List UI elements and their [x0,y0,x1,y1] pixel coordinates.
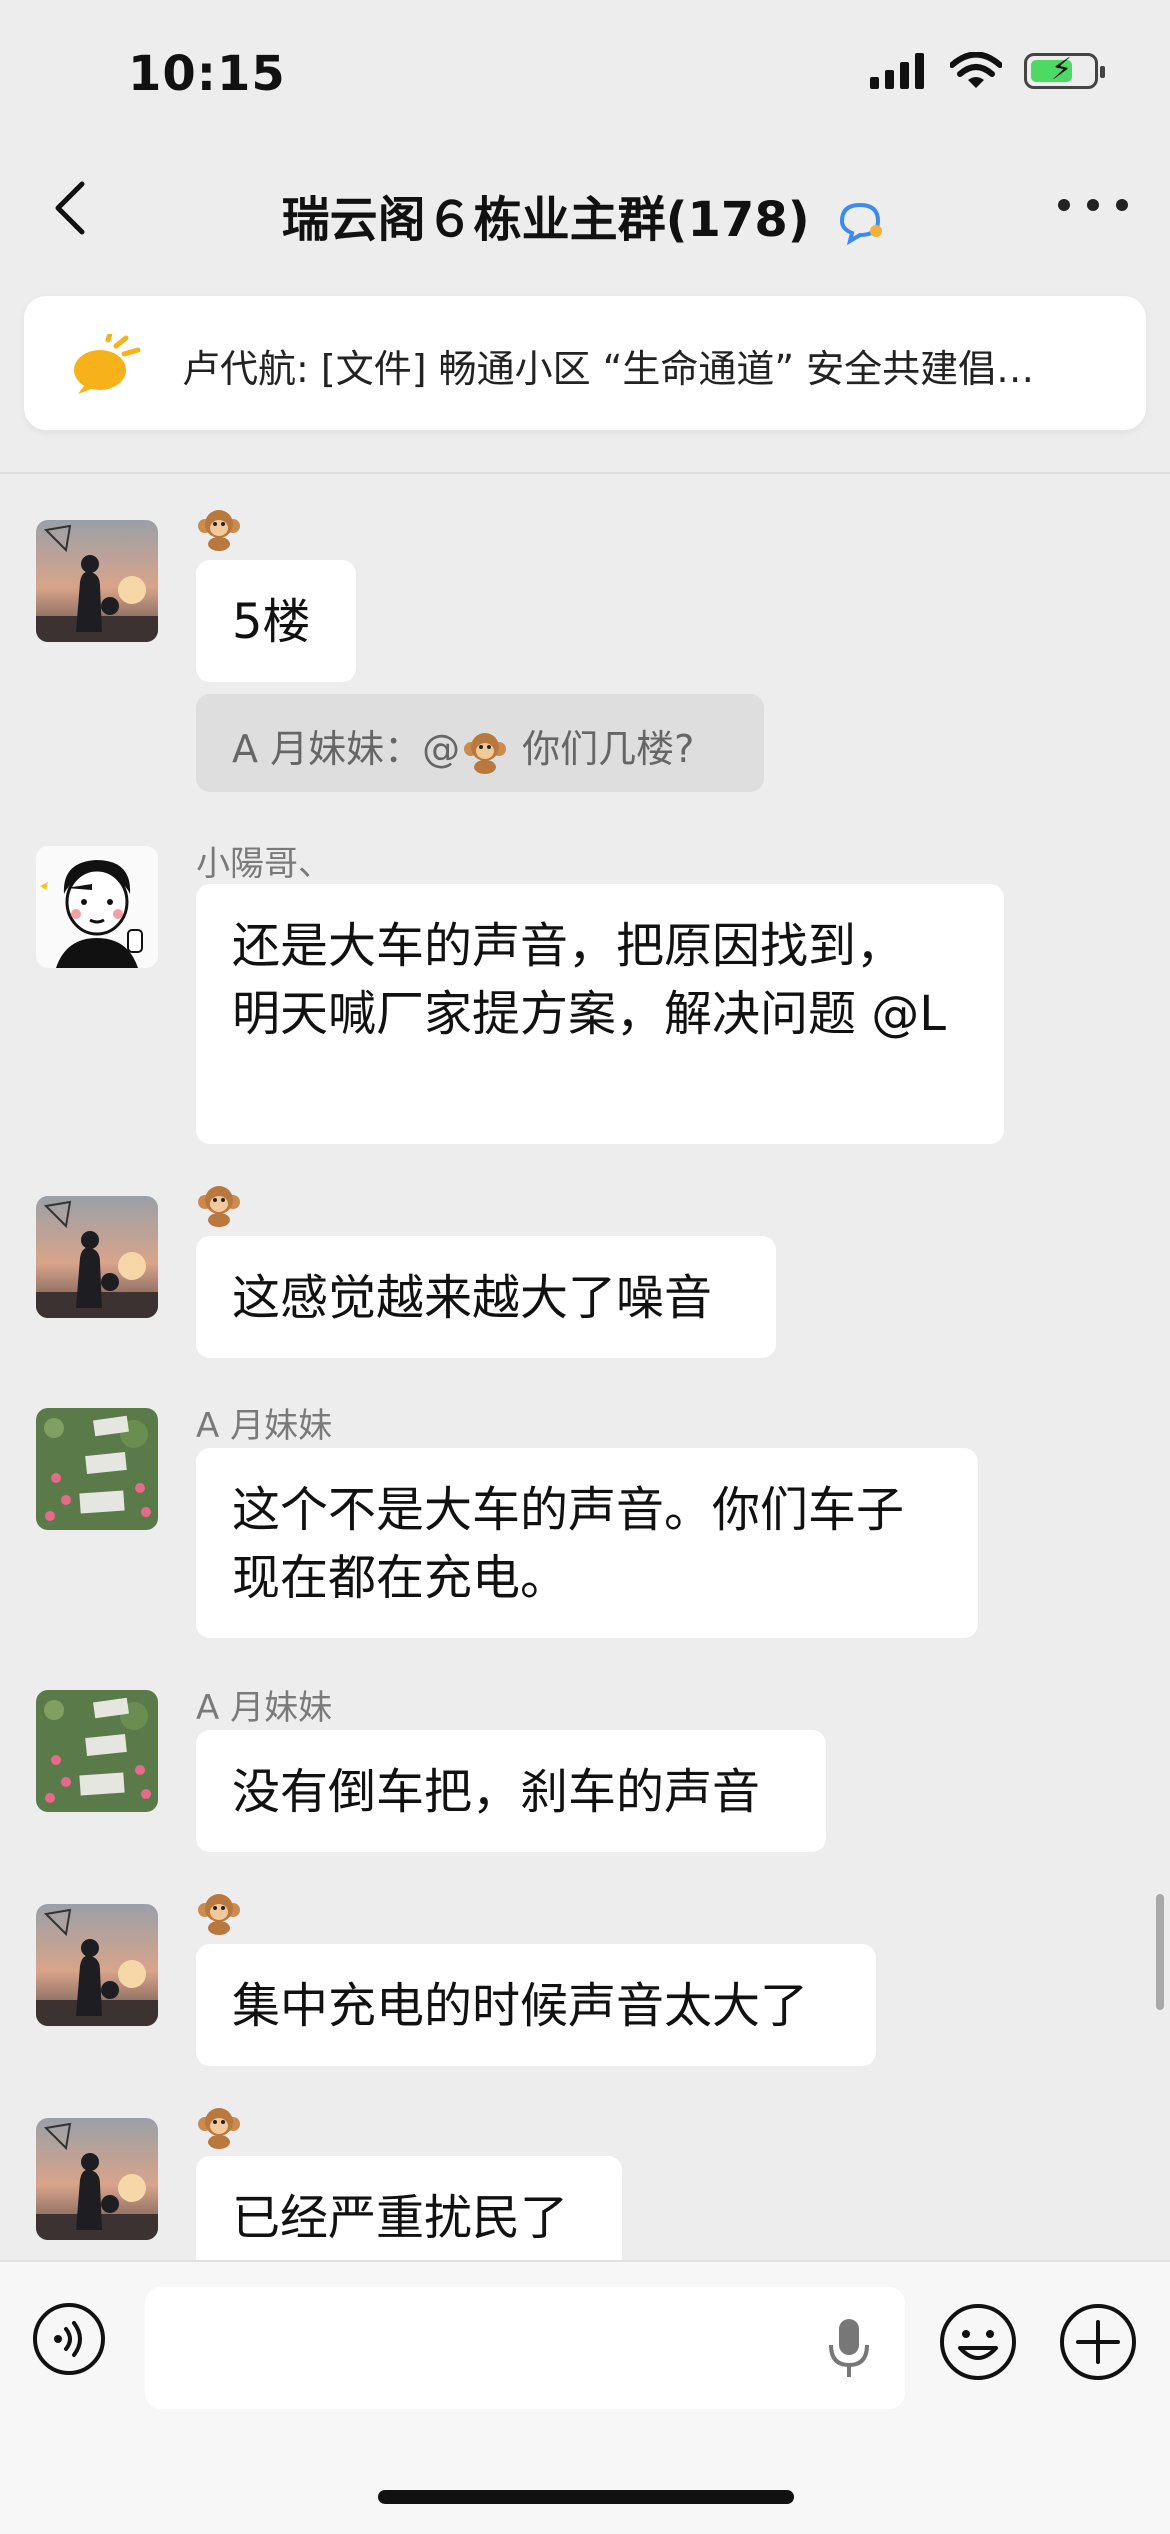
plus-icon[interactable] [1058,2302,1138,2382]
message-bubble[interactable]: 5楼 [196,560,356,682]
chat-title: 瑞云阁６栋业主群(178) [0,180,1170,250]
avatar[interactable] [36,1196,158,1318]
monkey-emoji-nickname [196,1182,242,1228]
emoji-icon[interactable] [938,2302,1018,2382]
status-icons: ⚡ [870,52,1105,90]
message-bubble[interactable]: 已经严重扰民了 [196,2156,622,2260]
avatar[interactable] [36,846,158,968]
message-bubble[interactable]: 这感觉越来越大了噪音 [196,1236,776,1358]
sender-name: 小陽哥、 [196,844,332,884]
avatar[interactable] [36,1408,158,1530]
avatar[interactable] [36,520,158,642]
microphone-icon[interactable] [827,2317,871,2379]
message-bubble[interactable]: 还是大车的声音，把原因找到， 明天喊厂家提方案，解决问题 @L [196,884,1004,1144]
quote-suffix: 你们几楼? [510,727,695,771]
message-bubble[interactable]: 这个不是大车的声音。你们车子 现在都在充电。 [196,1448,978,1638]
message-line: 明天喊厂家提方案，解决问题 @L [232,986,947,1042]
message-line: 还是大车的声音，把原因找到， [232,918,905,974]
message-line: 现在都在充电。 [232,1550,569,1606]
more-dots-icon[interactable] [1058,180,1128,230]
sender-name: A 月妹妹 [196,1406,333,1446]
battery-icon: ⚡ [1024,52,1105,89]
divider [0,472,1170,474]
message-input[interactable] [145,2287,905,2409]
nav-bar: 瑞云阁６栋业主群(178) [0,150,1170,265]
monkey-emoji-icon [462,729,508,775]
status-bar: 10:15 ⚡ [0,0,1170,150]
monkey-emoji-nickname [196,1890,242,1936]
home-indicator[interactable] [378,2490,794,2504]
message-bubble[interactable]: 没有倒车把，刹车的声音 [196,1730,826,1852]
wifi-icon [950,52,1002,88]
quote-prefix: A 月妹妹：@ [232,727,461,771]
monkey-emoji-nickname [196,506,242,552]
announcement-icon [74,334,141,394]
chat-bubble-badge-icon [840,202,883,245]
status-time: 10:15 [128,46,286,102]
message-line: 这个不是大车的声音。你们车子 [232,1482,905,1538]
avatar[interactable] [36,2118,158,2240]
message-bubble[interactable]: 集中充电的时候声音太大了 [196,1944,876,2066]
quoted-message[interactable]: A 月妹妹：@ 你们几楼? [196,694,764,792]
avatar[interactable] [36,1904,158,2026]
monkey-emoji-nickname [196,2104,242,2150]
sender-name: A 月妹妹 [196,1688,333,1728]
voice-input-icon[interactable] [32,2302,106,2376]
avatar[interactable] [36,1690,158,1812]
pinned-announcement[interactable]: 卢代航: [文件] 畅通小区 “生命通道” 安全共建倡… [24,296,1146,430]
chat-title-text: 瑞云阁６栋业主群(178) [281,192,810,248]
scrollbar[interactable] [1156,1894,1164,2010]
pinned-text: 卢代航: [文件] 畅通小区 “生命通道” 安全共建倡… [182,347,1035,391]
signal-icon [870,53,924,89]
